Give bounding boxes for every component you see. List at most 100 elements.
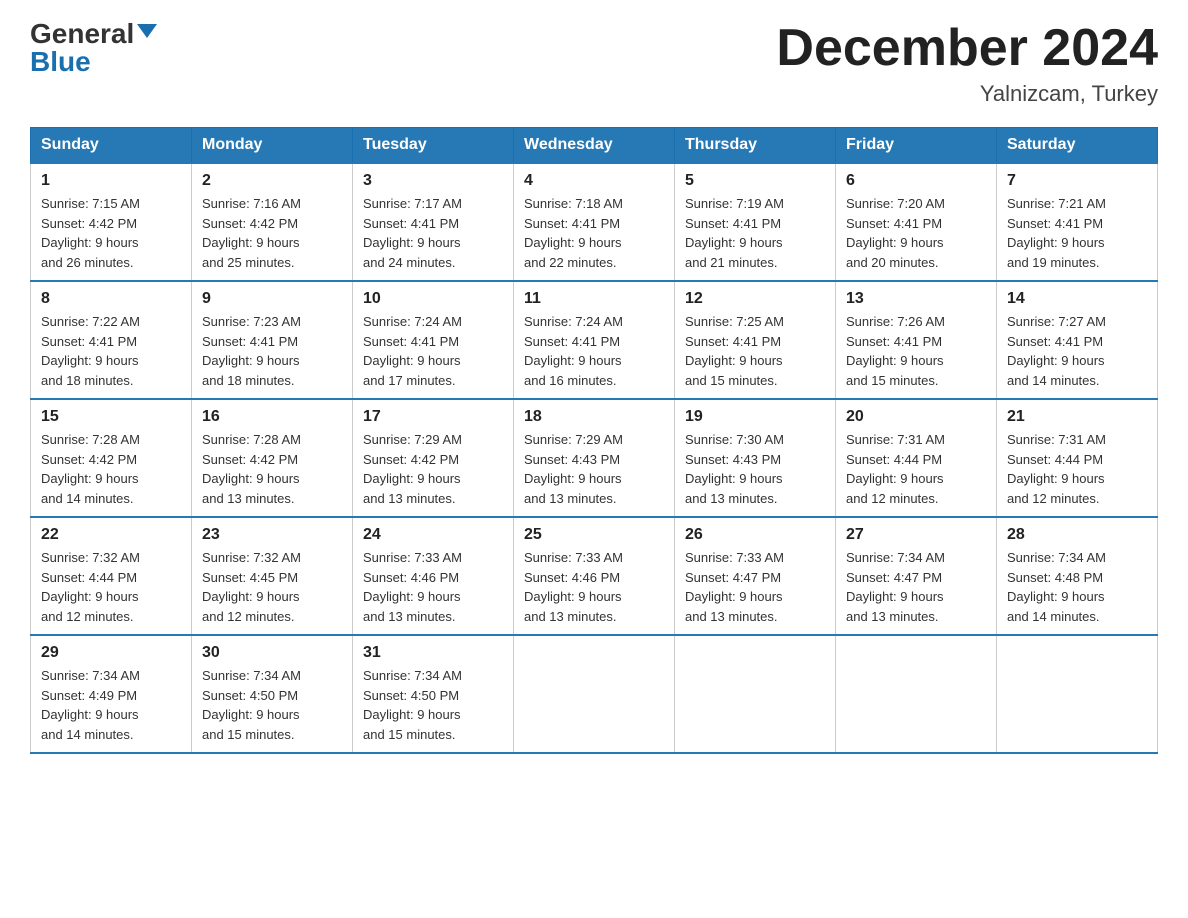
weekday-header-thursday: Thursday xyxy=(675,128,836,164)
day-number: 21 xyxy=(1007,408,1147,426)
day-number: 2 xyxy=(202,172,342,190)
day-number: 24 xyxy=(363,526,503,544)
day-number: 7 xyxy=(1007,172,1147,190)
calendar-cell: 2 Sunrise: 7:16 AM Sunset: 4:42 PM Dayli… xyxy=(192,163,353,281)
title-block: December 2024 Yalnizcam, Turkey xyxy=(776,20,1158,107)
day-info: Sunrise: 7:28 AM Sunset: 4:42 PM Dayligh… xyxy=(41,432,140,506)
weekday-header-row: SundayMondayTuesdayWednesdayThursdayFrid… xyxy=(31,128,1158,164)
month-title: December 2024 xyxy=(776,20,1158,77)
day-info: Sunrise: 7:18 AM Sunset: 4:41 PM Dayligh… xyxy=(524,196,623,270)
calendar-cell: 5 Sunrise: 7:19 AM Sunset: 4:41 PM Dayli… xyxy=(675,163,836,281)
logo-blue-text: Blue xyxy=(30,48,91,76)
day-number: 16 xyxy=(202,408,342,426)
calendar-cell: 19 Sunrise: 7:30 AM Sunset: 4:43 PM Dayl… xyxy=(675,399,836,517)
day-number: 8 xyxy=(41,290,181,308)
day-number: 22 xyxy=(41,526,181,544)
day-number: 25 xyxy=(524,526,664,544)
day-number: 4 xyxy=(524,172,664,190)
calendar-cell: 6 Sunrise: 7:20 AM Sunset: 4:41 PM Dayli… xyxy=(836,163,997,281)
logo-triangle-icon xyxy=(137,24,157,38)
day-number: 10 xyxy=(363,290,503,308)
day-info: Sunrise: 7:26 AM Sunset: 4:41 PM Dayligh… xyxy=(846,314,945,388)
calendar-cell: 20 Sunrise: 7:31 AM Sunset: 4:44 PM Dayl… xyxy=(836,399,997,517)
calendar-cell xyxy=(997,635,1158,753)
day-info: Sunrise: 7:23 AM Sunset: 4:41 PM Dayligh… xyxy=(202,314,301,388)
calendar-table: SundayMondayTuesdayWednesdayThursdayFrid… xyxy=(30,127,1158,754)
calendar-cell: 24 Sunrise: 7:33 AM Sunset: 4:46 PM Dayl… xyxy=(353,517,514,635)
day-info: Sunrise: 7:34 AM Sunset: 4:47 PM Dayligh… xyxy=(846,550,945,624)
day-info: Sunrise: 7:31 AM Sunset: 4:44 PM Dayligh… xyxy=(1007,432,1106,506)
day-number: 14 xyxy=(1007,290,1147,308)
day-info: Sunrise: 7:30 AM Sunset: 4:43 PM Dayligh… xyxy=(685,432,784,506)
day-number: 29 xyxy=(41,644,181,662)
calendar-cell: 18 Sunrise: 7:29 AM Sunset: 4:43 PM Dayl… xyxy=(514,399,675,517)
calendar-cell: 16 Sunrise: 7:28 AM Sunset: 4:42 PM Dayl… xyxy=(192,399,353,517)
day-number: 30 xyxy=(202,644,342,662)
day-info: Sunrise: 7:25 AM Sunset: 4:41 PM Dayligh… xyxy=(685,314,784,388)
day-info: Sunrise: 7:24 AM Sunset: 4:41 PM Dayligh… xyxy=(363,314,462,388)
day-number: 31 xyxy=(363,644,503,662)
day-number: 9 xyxy=(202,290,342,308)
day-info: Sunrise: 7:20 AM Sunset: 4:41 PM Dayligh… xyxy=(846,196,945,270)
calendar-cell: 11 Sunrise: 7:24 AM Sunset: 4:41 PM Dayl… xyxy=(514,281,675,399)
day-info: Sunrise: 7:34 AM Sunset: 4:49 PM Dayligh… xyxy=(41,668,140,742)
day-number: 19 xyxy=(685,408,825,426)
calendar-week-1: 1 Sunrise: 7:15 AM Sunset: 4:42 PM Dayli… xyxy=(31,163,1158,281)
calendar-cell: 9 Sunrise: 7:23 AM Sunset: 4:41 PM Dayli… xyxy=(192,281,353,399)
weekday-header-monday: Monday xyxy=(192,128,353,164)
day-number: 18 xyxy=(524,408,664,426)
calendar-week-4: 22 Sunrise: 7:32 AM Sunset: 4:44 PM Dayl… xyxy=(31,517,1158,635)
calendar-cell: 21 Sunrise: 7:31 AM Sunset: 4:44 PM Dayl… xyxy=(997,399,1158,517)
calendar-cell: 3 Sunrise: 7:17 AM Sunset: 4:41 PM Dayli… xyxy=(353,163,514,281)
day-number: 6 xyxy=(846,172,986,190)
calendar-cell: 22 Sunrise: 7:32 AM Sunset: 4:44 PM Dayl… xyxy=(31,517,192,635)
day-number: 15 xyxy=(41,408,181,426)
day-number: 28 xyxy=(1007,526,1147,544)
day-info: Sunrise: 7:31 AM Sunset: 4:44 PM Dayligh… xyxy=(846,432,945,506)
day-number: 12 xyxy=(685,290,825,308)
day-info: Sunrise: 7:21 AM Sunset: 4:41 PM Dayligh… xyxy=(1007,196,1106,270)
day-info: Sunrise: 7:32 AM Sunset: 4:45 PM Dayligh… xyxy=(202,550,301,624)
calendar-cell: 31 Sunrise: 7:34 AM Sunset: 4:50 PM Dayl… xyxy=(353,635,514,753)
calendar-cell: 8 Sunrise: 7:22 AM Sunset: 4:41 PM Dayli… xyxy=(31,281,192,399)
calendar-cell xyxy=(836,635,997,753)
day-number: 20 xyxy=(846,408,986,426)
page-header: General Blue December 2024 Yalnizcam, Tu… xyxy=(30,20,1158,107)
location: Yalnizcam, Turkey xyxy=(776,81,1158,107)
day-info: Sunrise: 7:24 AM Sunset: 4:41 PM Dayligh… xyxy=(524,314,623,388)
day-number: 17 xyxy=(363,408,503,426)
day-info: Sunrise: 7:32 AM Sunset: 4:44 PM Dayligh… xyxy=(41,550,140,624)
calendar-cell: 30 Sunrise: 7:34 AM Sunset: 4:50 PM Dayl… xyxy=(192,635,353,753)
day-info: Sunrise: 7:34 AM Sunset: 4:50 PM Dayligh… xyxy=(363,668,462,742)
calendar-cell: 13 Sunrise: 7:26 AM Sunset: 4:41 PM Dayl… xyxy=(836,281,997,399)
weekday-header-friday: Friday xyxy=(836,128,997,164)
calendar-cell: 12 Sunrise: 7:25 AM Sunset: 4:41 PM Dayl… xyxy=(675,281,836,399)
day-number: 23 xyxy=(202,526,342,544)
day-number: 13 xyxy=(846,290,986,308)
day-info: Sunrise: 7:34 AM Sunset: 4:50 PM Dayligh… xyxy=(202,668,301,742)
day-info: Sunrise: 7:34 AM Sunset: 4:48 PM Dayligh… xyxy=(1007,550,1106,624)
day-number: 26 xyxy=(685,526,825,544)
day-info: Sunrise: 7:33 AM Sunset: 4:46 PM Dayligh… xyxy=(363,550,462,624)
day-info: Sunrise: 7:29 AM Sunset: 4:42 PM Dayligh… xyxy=(363,432,462,506)
day-number: 11 xyxy=(524,290,664,308)
day-number: 5 xyxy=(685,172,825,190)
day-info: Sunrise: 7:29 AM Sunset: 4:43 PM Dayligh… xyxy=(524,432,623,506)
day-info: Sunrise: 7:22 AM Sunset: 4:41 PM Dayligh… xyxy=(41,314,140,388)
calendar-cell: 1 Sunrise: 7:15 AM Sunset: 4:42 PM Dayli… xyxy=(31,163,192,281)
logo: General Blue xyxy=(30,20,157,76)
calendar-week-3: 15 Sunrise: 7:28 AM Sunset: 4:42 PM Dayl… xyxy=(31,399,1158,517)
calendar-cell: 29 Sunrise: 7:34 AM Sunset: 4:49 PM Dayl… xyxy=(31,635,192,753)
calendar-week-5: 29 Sunrise: 7:34 AM Sunset: 4:49 PM Dayl… xyxy=(31,635,1158,753)
day-number: 3 xyxy=(363,172,503,190)
calendar-cell: 26 Sunrise: 7:33 AM Sunset: 4:47 PM Dayl… xyxy=(675,517,836,635)
day-info: Sunrise: 7:27 AM Sunset: 4:41 PM Dayligh… xyxy=(1007,314,1106,388)
day-info: Sunrise: 7:33 AM Sunset: 4:47 PM Dayligh… xyxy=(685,550,784,624)
calendar-cell: 28 Sunrise: 7:34 AM Sunset: 4:48 PM Dayl… xyxy=(997,517,1158,635)
calendar-week-2: 8 Sunrise: 7:22 AM Sunset: 4:41 PM Dayli… xyxy=(31,281,1158,399)
weekday-header-wednesday: Wednesday xyxy=(514,128,675,164)
weekday-header-saturday: Saturday xyxy=(997,128,1158,164)
day-info: Sunrise: 7:16 AM Sunset: 4:42 PM Dayligh… xyxy=(202,196,301,270)
day-info: Sunrise: 7:17 AM Sunset: 4:41 PM Dayligh… xyxy=(363,196,462,270)
calendar-cell: 14 Sunrise: 7:27 AM Sunset: 4:41 PM Dayl… xyxy=(997,281,1158,399)
